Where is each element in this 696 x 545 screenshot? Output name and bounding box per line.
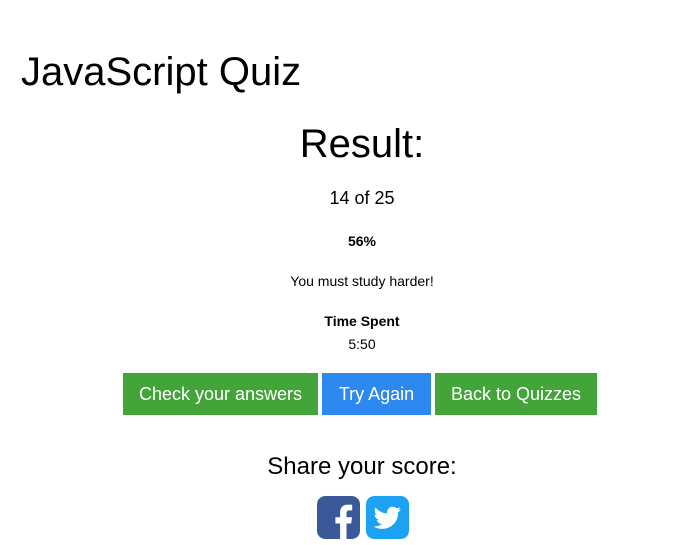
page-title: JavaScript Quiz: [21, 50, 302, 94]
facebook-icon: [317, 496, 360, 539]
twitter-share-button[interactable]: [366, 496, 409, 539]
result-heading: Result:: [299, 122, 425, 166]
try-again-button[interactable]: Try Again: [322, 373, 431, 415]
time-spent-value: 5:50: [348, 336, 376, 352]
time-spent-label: Time Spent: [324, 313, 400, 329]
score-text: 14 of 25: [329, 188, 395, 208]
twitter-icon: [366, 496, 409, 539]
score-percent: 56%: [347, 233, 377, 249]
share-heading: Share your score:: [267, 453, 457, 480]
check-answers-button[interactable]: Check your answers: [123, 373, 318, 415]
back-to-quizzes-button[interactable]: Back to Quizzes: [435, 373, 597, 415]
facebook-share-button[interactable]: [317, 496, 360, 539]
result-message: You must study harder!: [290, 273, 434, 289]
